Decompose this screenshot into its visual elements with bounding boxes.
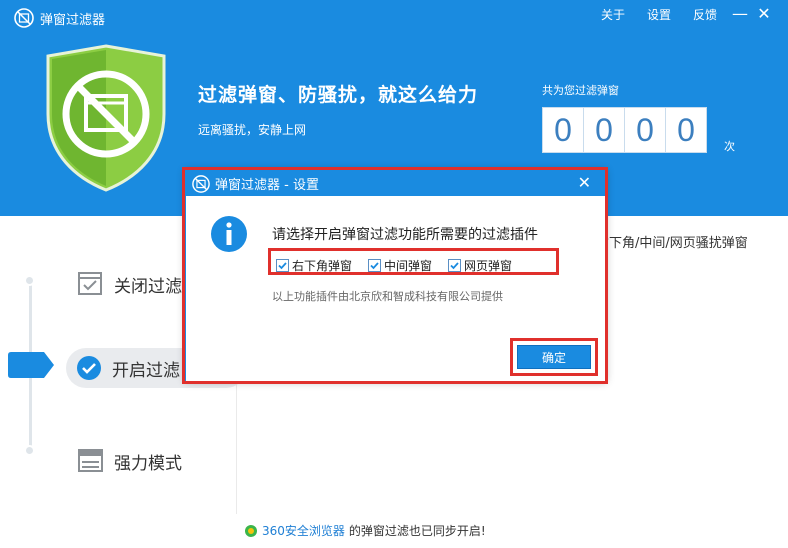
dialog-close-button[interactable]: ✕ (578, 173, 591, 192)
dialog-title: 弹窗过滤器 - 设置 (215, 178, 319, 193)
count-label: 共为您过滤弹窗 (542, 84, 619, 97)
options-highlight-box (268, 248, 559, 275)
counter-digit: 0 (624, 107, 666, 153)
window-title-text: 弹窗过滤器 (40, 12, 106, 28)
ok-button[interactable]: 确定 (517, 345, 591, 369)
feedback-menu[interactable]: 反馈 (682, 6, 728, 23)
counter-digit: 0 (542, 107, 584, 153)
timeline-dot (24, 445, 35, 456)
settings-menu[interactable]: 设置 (636, 6, 682, 23)
check-circle-icon (77, 356, 101, 380)
top-menu: 关于 设置 反馈 — ✕ (590, 5, 776, 23)
counter-digit: 0 (665, 107, 707, 153)
mode-off-label: 关闭过滤 (114, 276, 182, 297)
footer-text: 的弹窗过滤也已同步开启! (348, 524, 486, 538)
app-logo-icon (192, 174, 210, 193)
settings-dialog: 弹窗过滤器 - 设置 ✕ 请选择开启弹窗过滤功能所需要的过滤插件 右下角弹窗 中… (185, 170, 606, 382)
dialog-question: 请选择开启弹窗过滤功能所需要的过滤插件 (272, 227, 538, 243)
dialog-titlebar: 弹窗过滤器 - 设置 ✕ (186, 171, 605, 196)
headline: 过滤弹窗、防骚扰，就这么给力 (198, 84, 479, 106)
browser-link[interactable]: 360安全浏览器 (262, 522, 345, 539)
mode-strong-label: 强力模式 (114, 453, 182, 474)
app-logo-icon (14, 8, 34, 28)
minimize-button[interactable]: — (728, 5, 752, 23)
window-check-icon (78, 272, 102, 295)
info-icon (211, 216, 247, 252)
dialog-note: 以上功能插件由北京欣和智成科技有限公司提供 (272, 290, 503, 303)
window-title: 弹窗过滤器 (14, 8, 105, 28)
shield-icon (46, 44, 166, 192)
close-window-button[interactable]: ✕ (752, 5, 776, 23)
footer-note: 360安全浏览器 的弹窗过滤也已同步开启! (244, 522, 486, 539)
mode-off[interactable]: 关闭过滤 (78, 270, 182, 298)
window-stack-icon (78, 449, 103, 472)
about-menu[interactable]: 关于 (590, 6, 636, 23)
browser-logo-icon (245, 524, 257, 537)
active-indicator-icon (8, 352, 54, 378)
subline: 远离骚扰，安静上网 (198, 123, 307, 137)
panel-description: 右下角/中间/网页骚扰弹窗 (596, 236, 748, 251)
timeline-dot (24, 275, 35, 286)
count-unit: 次 (724, 140, 735, 153)
mode-on-label: 开启过滤 (112, 360, 180, 381)
mode-strong[interactable]: 强力模式 (78, 447, 182, 475)
filter-counter: 0 0 0 0 (542, 107, 707, 153)
counter-digit: 0 (583, 107, 625, 153)
